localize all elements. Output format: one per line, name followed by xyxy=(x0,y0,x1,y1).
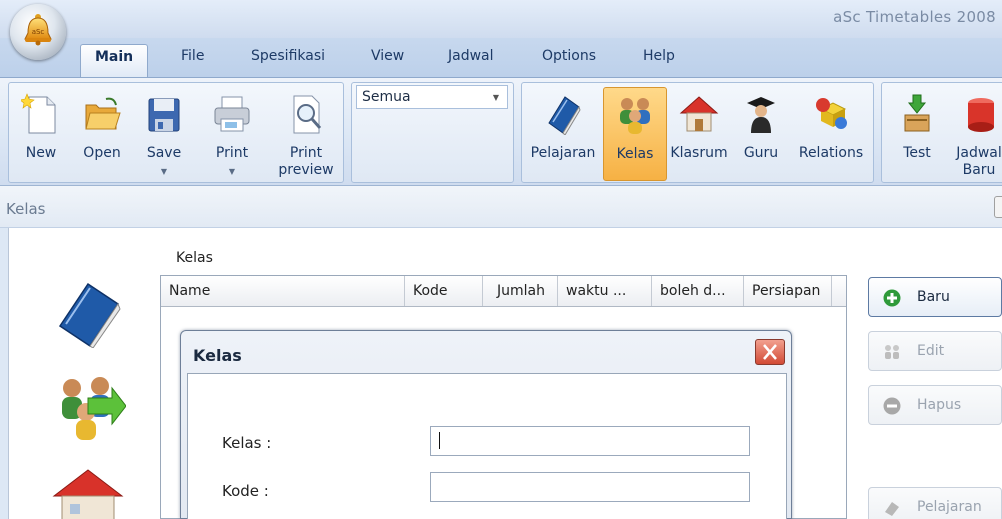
people-group-icon xyxy=(620,98,650,134)
column-header-jumlah[interactable]: Jumlah xyxy=(483,276,558,306)
kelas-field-label: Kelas : xyxy=(222,434,272,452)
printer-icon xyxy=(214,96,250,132)
guru-label: Guru xyxy=(743,145,779,161)
new-document-icon xyxy=(21,93,56,134)
hapus-button[interactable]: Hapus xyxy=(868,385,1002,425)
edit-button[interactable]: Edit xyxy=(868,331,1002,371)
filter-dropdown[interactable]: Semua ▼ xyxy=(356,85,508,109)
teacher-icon xyxy=(747,97,775,133)
data-group: Pelajaran Kelas Klasrum Guru Relations xyxy=(521,82,874,183)
open-button[interactable]: Open xyxy=(75,87,129,181)
house-icon[interactable] xyxy=(50,466,126,519)
tab-help[interactable]: Help xyxy=(643,48,675,64)
table-header: Name Kode Jumlah waktu ... boleh d... Pe… xyxy=(161,276,846,307)
ribbon: New Open Save ▼ Print ▼ Print preview Se… xyxy=(0,77,1002,186)
text-caret xyxy=(439,432,440,449)
baru-label: Baru xyxy=(917,289,950,305)
column-header-kode[interactable]: Kode xyxy=(405,276,483,306)
edit-label: Edit xyxy=(917,343,945,359)
tab-spesifikasi[interactable]: Spesifikasi xyxy=(251,48,325,64)
print-preview-label-line2: preview xyxy=(278,162,334,178)
jadwal-baru-label: Jadwal Baru xyxy=(952,145,1002,179)
bell-icon: aSc xyxy=(24,14,52,46)
panel-menu-button[interactable] xyxy=(994,196,1002,218)
jadwal-baru-button[interactable]: Jadwal Baru xyxy=(952,87,1002,181)
jadwal-baru-label-line2: Baru xyxy=(962,162,996,178)
edit-people-icon xyxy=(885,345,899,359)
filter-dropdown-value: Semua xyxy=(362,89,411,105)
filter-group: Semua ▼ xyxy=(351,82,514,183)
column-header-waktu[interactable]: waktu ... xyxy=(558,276,652,306)
close-icon xyxy=(763,344,777,360)
test-box-icon xyxy=(904,94,930,132)
title-bar: aSc Timetables 2008 xyxy=(0,0,1002,38)
column-header-persiapan[interactable]: Persiapan xyxy=(744,276,832,306)
new-button[interactable]: New xyxy=(15,87,67,181)
kode-input[interactable] xyxy=(430,472,750,502)
floppy-disk-icon xyxy=(148,98,180,132)
dialog-body: Kelas : Kode : xyxy=(187,373,787,519)
jadwal-baru-label-line1: Jadwal xyxy=(956,145,1002,161)
book-icon[interactable] xyxy=(50,278,126,348)
test-button[interactable]: Test xyxy=(890,87,944,181)
klasrum-button[interactable]: Klasrum xyxy=(670,87,728,181)
print-dropdown-arrow-icon[interactable]: ▼ xyxy=(205,167,259,176)
print-preview-icon xyxy=(293,95,322,134)
hapus-label: Hapus xyxy=(917,397,962,413)
save-button[interactable]: Save ▼ xyxy=(137,87,191,181)
house-icon xyxy=(679,96,719,132)
tab-file[interactable]: File xyxy=(181,48,204,64)
print-label: Print xyxy=(215,145,249,161)
column-header-boleh[interactable]: boleh d... xyxy=(652,276,744,306)
new-label: New xyxy=(25,145,57,161)
red-cylinder-icon xyxy=(968,98,994,132)
book-icon xyxy=(548,96,581,135)
print-preview-label-line1: Print xyxy=(289,145,323,161)
dialog-close-button[interactable] xyxy=(755,339,785,365)
pelajaran-label: Pelajaran xyxy=(530,145,596,161)
klasrum-label: Klasrum xyxy=(670,145,728,161)
print-preview-button[interactable]: Print preview xyxy=(273,87,339,181)
relations-label: Relations xyxy=(798,145,864,161)
test-group: Test Jadwal Baru xyxy=(881,82,1002,183)
panel-header: Kelas xyxy=(0,186,1002,228)
chevron-down-icon: ▼ xyxy=(492,93,499,102)
grid-label: Kelas xyxy=(176,250,213,266)
guru-button[interactable]: Guru xyxy=(736,87,786,181)
pelajaran-side-label: Pelajaran xyxy=(917,499,982,515)
pelajaran-side-button[interactable]: Pelajaran xyxy=(868,487,1002,519)
kelas-input[interactable] xyxy=(430,426,750,456)
orb-label: aSc xyxy=(32,28,45,36)
tab-jadwal[interactable]: Jadwal xyxy=(448,48,494,64)
pelajaran-button[interactable]: Pelajaran xyxy=(526,87,600,181)
print-button[interactable]: Print ▼ xyxy=(205,87,259,181)
panel-title: Kelas xyxy=(6,200,46,218)
baru-button[interactable]: Baru xyxy=(868,277,1002,317)
save-label: Save xyxy=(146,145,182,161)
kode-field-label: Kode : xyxy=(222,482,269,500)
column-header-name[interactable]: Name xyxy=(161,276,405,306)
print-preview-label: Print preview xyxy=(273,145,339,179)
kelas-label: Kelas xyxy=(616,146,654,162)
add-icon xyxy=(883,289,901,307)
kelas-dialog: Kelas Kelas : Kode : xyxy=(180,330,792,519)
people-group-icon[interactable] xyxy=(50,372,126,442)
file-group: New Open Save ▼ Print ▼ Print preview xyxy=(8,82,344,183)
folder-open-icon xyxy=(85,97,121,130)
test-label: Test xyxy=(903,145,931,161)
ribbon-tab-bar: Main File Spesifikasi View Jadwal Option… xyxy=(0,38,1002,78)
book-icon xyxy=(885,502,899,516)
remove-icon xyxy=(883,397,901,415)
tab-options[interactable]: Options xyxy=(542,48,596,64)
tab-view[interactable]: View xyxy=(371,48,404,64)
save-dropdown-arrow-icon[interactable]: ▼ xyxy=(137,167,191,176)
open-label: Open xyxy=(83,145,121,161)
kelas-button[interactable]: Kelas xyxy=(603,87,667,181)
application-menu-button[interactable]: aSc xyxy=(10,4,66,60)
relations-button[interactable]: Relations xyxy=(792,87,870,181)
tab-main[interactable]: Main xyxy=(80,44,149,78)
dialog-title: Kelas xyxy=(193,346,242,365)
window-title: aSc Timetables 2008 xyxy=(833,8,996,26)
shapes-icon xyxy=(816,98,847,129)
